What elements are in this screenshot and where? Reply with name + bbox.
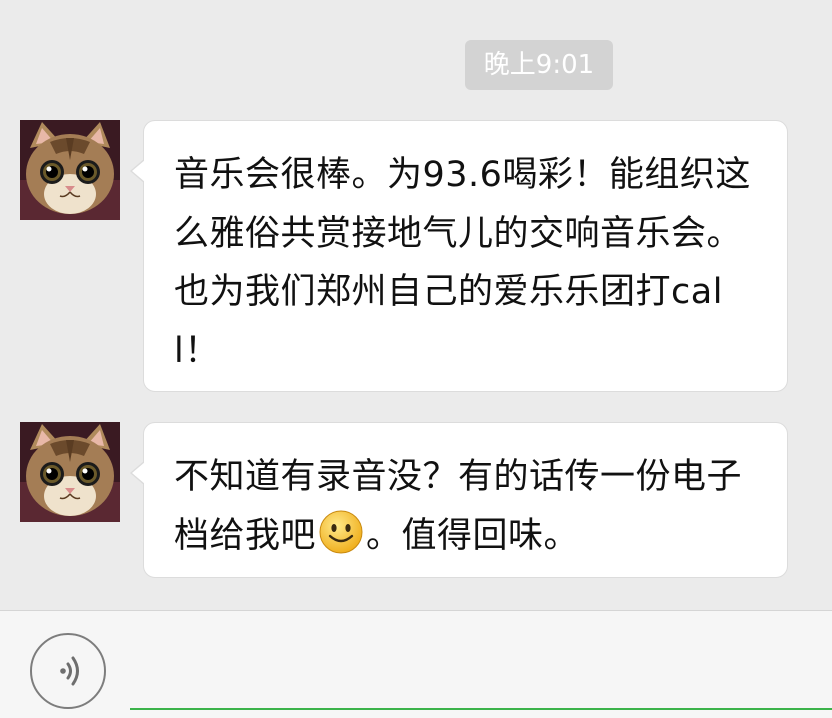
cat-avatar[interactable] xyxy=(20,422,120,522)
message-timestamp: 晚上9:01 xyxy=(465,40,613,90)
message-bubble[interactable]: 不知道有录音没？有的话传一份电子档给我吧 。值得回味。 xyxy=(130,422,788,578)
chat-area: 晚上9:01 音乐会很棒。为93.6喝彩！能组织这么雅俗共赏接地气儿的交响音乐会… xyxy=(0,0,832,610)
input-bar xyxy=(0,610,832,718)
message-text-part: 。值得回味。 xyxy=(366,515,580,556)
message-input[interactable] xyxy=(130,708,832,710)
voice-input-button[interactable] xyxy=(30,633,106,709)
cat-avatar[interactable] xyxy=(20,120,120,220)
message-text: 音乐会很棒。为93.6喝彩！能组织这么雅俗共赏接地气儿的交响音乐会。也为我们郑州… xyxy=(174,155,751,371)
smile-emoji-icon xyxy=(318,509,364,555)
message-bubble[interactable]: 音乐会很棒。为93.6喝彩！能组织这么雅俗共赏接地气儿的交响音乐会。也为我们郑州… xyxy=(130,120,788,392)
message-text: 不知道有录音没？有的话传一份电子档给我吧 。值得回味。 xyxy=(174,448,766,565)
voice-icon xyxy=(60,656,79,686)
